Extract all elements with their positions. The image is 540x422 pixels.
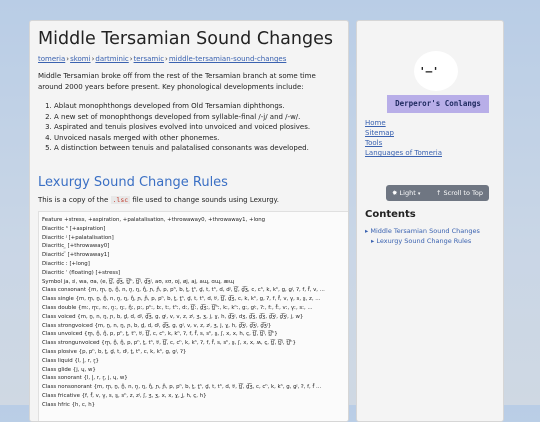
- contents-title: Contents: [365, 209, 416, 220]
- page-title: Middle Tersamian Sound Changes: [38, 29, 333, 49]
- code-line: Diacritic ː [+long]: [42, 260, 90, 267]
- list-item: Ablaut monophthongs developed from Old T…: [54, 101, 344, 112]
- code-line: Diacritic ʲ [+palatalisation]: [42, 234, 114, 241]
- sidebar-link-sitemap[interactable]: Sitemap: [365, 128, 442, 138]
- theme-toggle[interactable]: ✸ Light ▾: [392, 185, 420, 202]
- section-title: Lexurgy Sound Change Rules: [38, 175, 228, 190]
- code-block[interactable]: Feature +stress, +aspiration, +palatalis…: [38, 211, 348, 421]
- code-line: Class consonant {m, m̥, n̪, n̪̊, n, n̥, …: [42, 287, 325, 294]
- table-of-contents: ▸ Middle Tersamian Sound Changes ▸ Lexur…: [365, 226, 480, 246]
- code-line: Class plosive {p, pʰ, b, t̪, d̪, t, dʲ, …: [42, 348, 187, 355]
- copy-text-after: file used to change sounds using Lexurgy…: [130, 196, 279, 204]
- code-line: Class fricative {f, f̊, v, v̥, s, s̪, sʰ…: [42, 392, 207, 399]
- code-line: Diacritic ˈ (floating) [+stress]: [42, 269, 121, 276]
- code-line: Class strongvoiced {m, n̪, n, ŋ, ɲ, b, d…: [42, 322, 272, 329]
- scroll-top-label: Scroll to Top: [443, 189, 483, 197]
- scroll-top-button[interactable]: ↑ Scroll to Top: [436, 185, 483, 201]
- sidebar-links: Home Sitemap Tools Languages of Tomeria: [365, 118, 442, 158]
- code-line: Feature +stress, +aspiration, +palatalis…: [42, 217, 266, 223]
- developments-list: Ablaut monophthongs developed from Old T…: [38, 101, 344, 154]
- code-line: Class double {mː, m̥ː, nː, n̥ː, ŋː, ŋ̊ː,…: [42, 304, 313, 311]
- list-item: A new set of monophthongs developed from…: [54, 112, 344, 123]
- theme-label: Light: [399, 189, 416, 197]
- sidebar: '—' Derperor's Conlangs Home Sitemap Too…: [356, 20, 504, 422]
- breadcrumb-skomi[interactable]: skomi: [70, 55, 91, 63]
- breadcrumb-dartminic[interactable]: dartminic: [95, 55, 128, 63]
- controls-bar: ✸ Light ▾ ↑ Scroll to Top: [386, 185, 489, 201]
- toc-label: Lexurgy Sound Change Rules: [376, 237, 472, 245]
- code-line: Class voiced {m, n̪, n, ŋ, ɲ, b, d̪, d, …: [42, 313, 304, 320]
- code-line: Class nonsonorant {m, m̥, n̪, n̪̊, n, n̥…: [42, 384, 322, 391]
- site-brand[interactable]: Derperor's Conlangs: [387, 95, 489, 113]
- breadcrumb-tersamic[interactable]: tersamic: [134, 55, 164, 63]
- list-item: A distinction between tenuis and palatal…: [54, 143, 344, 154]
- chevron-down-icon: ▾: [417, 191, 421, 197]
- toc-item-main[interactable]: ▸ Middle Tersamian Sound Changes: [365, 226, 480, 236]
- sun-icon: ✸: [392, 189, 398, 197]
- intro-paragraph: Middle Tersamian broke off from the rest…: [38, 72, 316, 91]
- list-item: Unvoiced nasals merged with other phonem…: [54, 133, 344, 144]
- copy-note: This is a copy of the .lsc file used to …: [38, 196, 279, 204]
- sidebar-link-languages[interactable]: Languages of Tomeria: [365, 148, 442, 158]
- code-line: Class sonorant {l, l̥, r, r̥, j, ɥ, w}: [42, 375, 128, 382]
- code-line: Class glide {j, ɥ, w}: [42, 366, 96, 373]
- sidebar-link-tools[interactable]: Tools: [365, 138, 442, 148]
- code-line: Class unvoiced {m̥, n̪̊, ŋ̊, p, pʰ, t̪, …: [42, 331, 278, 338]
- code-line: Diacritic ̰ [+throwaway0]: [42, 243, 110, 250]
- code-line: Symbol ja, ɪi, wa, ʊa, (e, t̪͡ʃ, d̪͡ʒ, t…: [42, 278, 235, 285]
- breadcrumb: tomeria›skomi›dartminic›tersamic›middle-…: [38, 55, 287, 63]
- breadcrumb-current[interactable]: middle-tersamian-sound-changes: [169, 55, 287, 63]
- code-line: Diacritic ̃ [+throwaway1]: [42, 252, 110, 259]
- code-line: Class hfric {h, c, h}: [42, 401, 96, 408]
- breadcrumb-tomeria[interactable]: tomeria: [38, 55, 65, 63]
- sidebar-link-home[interactable]: Home: [365, 118, 442, 128]
- file-extension: .lsc: [110, 196, 131, 204]
- code-line: Class liquid {l, l̥, r, r̥}: [42, 357, 99, 364]
- main-content: Middle Tersamian Sound Changes tomeria›s…: [29, 20, 349, 422]
- list-item: Aspirated and tenuis plosives evolved in…: [54, 122, 344, 133]
- toc-label: Middle Tersamian Sound Changes: [370, 227, 480, 235]
- copy-text-before: This is a copy of the: [38, 196, 111, 204]
- code-line: Diacritic ʰ [+aspiration]: [42, 225, 106, 232]
- code-line: Class single {m, m̥, n̪, n̪̊, n, n̥, ŋ, …: [42, 296, 321, 303]
- code-line: Class strongunvoiced {m̥, n̪̊, ŋ̊, p, pʰ…: [42, 340, 296, 347]
- arrow-up-icon: ↑: [436, 189, 442, 197]
- avatar-face: '—': [419, 65, 439, 78]
- toc-item-lexurgy[interactable]: ▸ Lexurgy Sound Change Rules: [365, 236, 480, 246]
